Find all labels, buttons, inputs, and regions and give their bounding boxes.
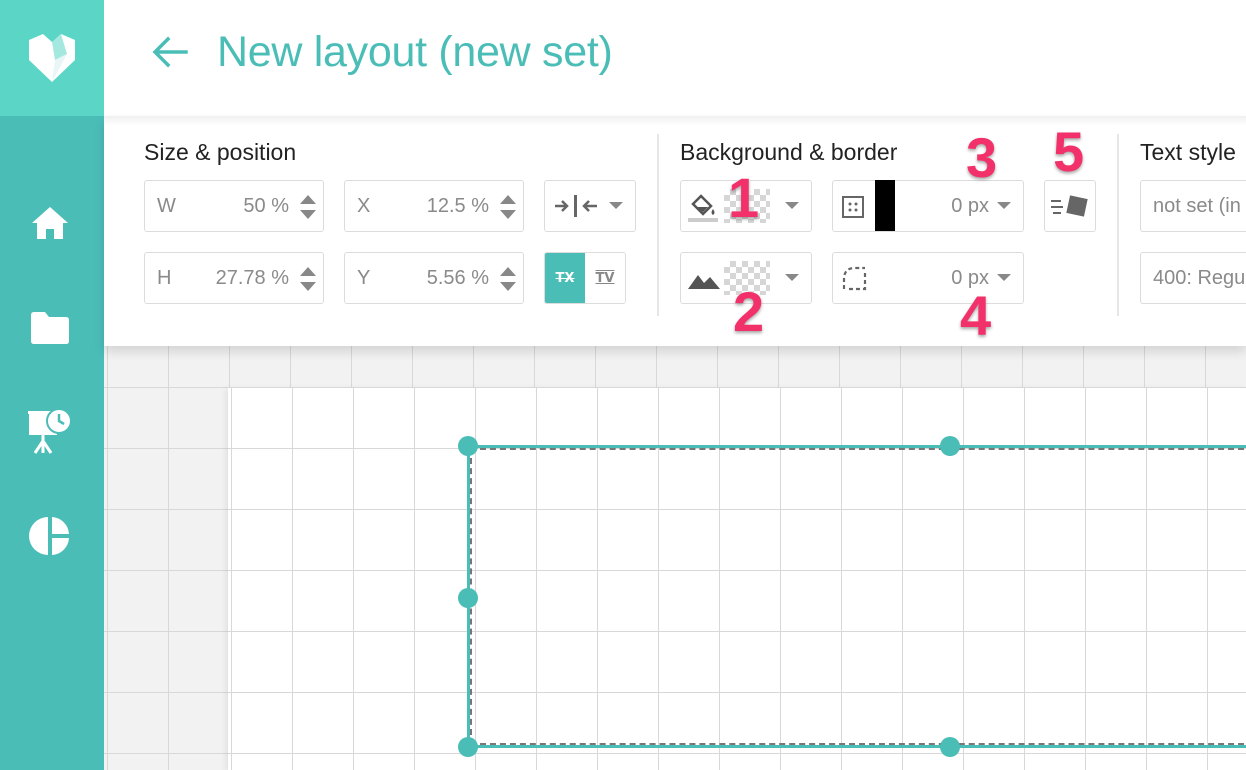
tv-toggle[interactable]: TV: [585, 253, 625, 303]
corner-radius-icon: [842, 266, 867, 291]
sidebar-item-statistics[interactable]: [27, 513, 73, 559]
font-weight-dropdown[interactable]: 400: Regu: [1140, 252, 1246, 304]
folder-icon: [31, 312, 69, 344]
divider: [657, 134, 659, 316]
callout-2: 2: [733, 280, 765, 343]
resize-handle-top-left[interactable]: [458, 436, 478, 456]
chevron-down-icon: [609, 202, 623, 209]
motion-effect-icon: [1051, 195, 1088, 217]
border-width-value: 0 px: [951, 195, 989, 217]
resize-handle-bottom-left[interactable]: [458, 737, 478, 757]
font-family-value: not set (in: [1153, 195, 1241, 217]
callout-5: 5: [1053, 120, 1085, 183]
text-style-title: Text style: [1140, 139, 1236, 165]
stepper-icon[interactable]: [499, 193, 517, 221]
pie-chart-icon: [29, 517, 69, 555]
home-icon: [32, 207, 68, 239]
y-label: Y: [357, 267, 371, 289]
border-style-icon: [842, 196, 864, 218]
sidebar: [0, 0, 104, 770]
page-header: New layout (new set): [104, 0, 1246, 116]
x-field[interactable]: X 12.5 %: [344, 180, 524, 232]
background-border-title: Background & border: [680, 139, 898, 165]
width-field[interactable]: W 50 %: [144, 180, 324, 232]
sidebar-item-home[interactable]: [27, 200, 73, 246]
width-value: 50 %: [243, 195, 289, 217]
chevron-down-icon: [785, 202, 799, 209]
callout-3: 3: [966, 126, 998, 189]
selected-region[interactable]: [467, 445, 1246, 748]
alignment-dropdown[interactable]: [544, 180, 636, 232]
chevron-down-icon: [997, 202, 1011, 209]
resize-handle-left[interactable]: [458, 588, 478, 608]
region-dashed-outline: [470, 448, 1246, 745]
height-field[interactable]: H 27.78 %: [144, 252, 324, 304]
x-label: X: [357, 195, 371, 217]
sidebar-item-folder[interactable]: [27, 305, 73, 351]
stepper-icon[interactable]: [299, 265, 317, 293]
x-value: 12.5 %: [426, 195, 489, 217]
transform-toggle[interactable]: TX TV: [544, 252, 626, 304]
resize-handle-top[interactable]: [940, 436, 960, 456]
divider: [1117, 134, 1119, 316]
align-center-icon: [555, 195, 597, 217]
resize-handle-bottom[interactable]: [940, 737, 960, 757]
tx-toggle[interactable]: TX: [545, 253, 585, 303]
layout-canvas[interactable]: [104, 346, 1246, 770]
stepper-icon[interactable]: [499, 265, 517, 293]
font-family-dropdown[interactable]: not set (in: [1140, 180, 1246, 232]
y-value: 5.56 %: [426, 267, 489, 289]
back-arrow-icon[interactable]: [148, 30, 192, 74]
presentation-schedule-icon: [28, 408, 72, 454]
callout-1: 1: [728, 166, 760, 229]
effects-button[interactable]: [1044, 180, 1096, 232]
font-weight-value: 400: Regu: [1153, 267, 1246, 289]
sidebar-item-presentations[interactable]: [27, 408, 73, 454]
y-field[interactable]: Y 5.56 %: [344, 252, 524, 304]
border-radius-field[interactable]: 0 px: [832, 252, 1024, 304]
border-color-swatch[interactable]: [875, 180, 895, 231]
height-label: H: [157, 267, 172, 289]
landscape-icon: [688, 275, 720, 289]
height-value: 27.78 %: [215, 267, 289, 289]
paint-bucket-icon: [688, 194, 718, 222]
fox-logo-icon: [29, 34, 75, 82]
page-title: New layout (new set): [217, 28, 613, 76]
app-logo[interactable]: [0, 0, 104, 116]
chevron-down-icon: [997, 274, 1011, 281]
width-label: W: [157, 195, 176, 217]
stepper-icon[interactable]: [299, 193, 317, 221]
size-position-title: Size & position: [144, 139, 297, 165]
chevron-down-icon: [785, 274, 799, 281]
callout-4: 4: [960, 284, 992, 347]
